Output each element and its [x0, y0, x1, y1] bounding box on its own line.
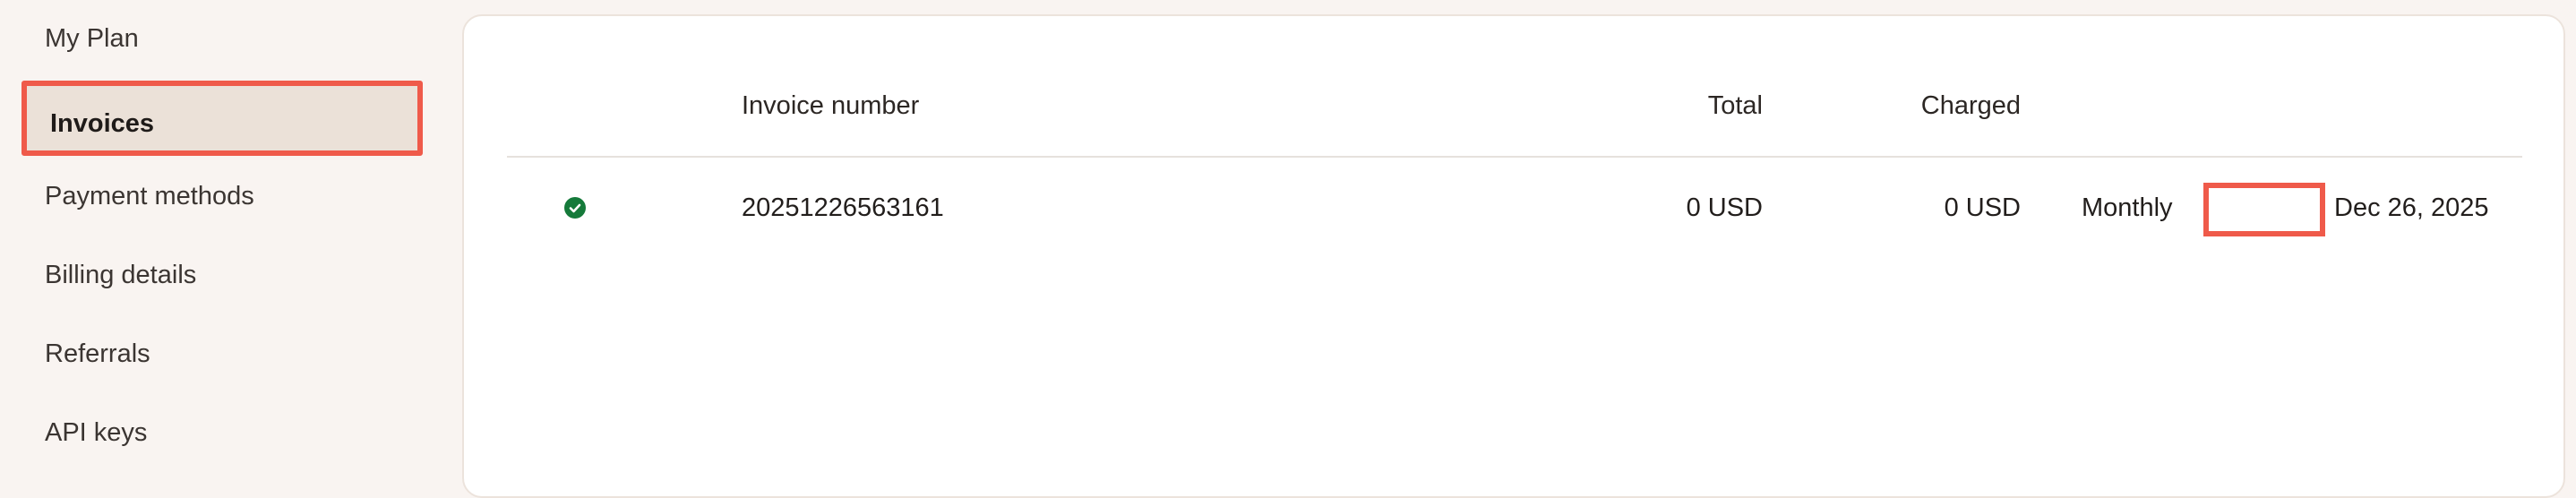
charged-cell: 0 USD: [1944, 193, 2021, 222]
sidebar-nav: My Plan Invoices Payment methods Billing…: [0, 0, 448, 477]
created-cell: Dec 26, 2025: [2334, 193, 2489, 222]
sidebar-item-my-plan[interactable]: My Plan: [45, 7, 139, 70]
sidebar-item-payment-methods[interactable]: Payment methods: [45, 165, 254, 228]
sidebar-item-referrals[interactable]: Referrals: [45, 322, 150, 385]
period-cell: Monthly: [2082, 193, 2173, 222]
total-cell: 0 USD: [1686, 193, 1763, 222]
table-row: 20251226563161 0 USD 0 USD Monthly Dec 2…: [507, 156, 2522, 260]
sidebar-item-api-keys[interactable]: API keys: [45, 401, 147, 464]
invoice-number-cell: 20251226563161: [742, 193, 944, 222]
invoice-actions: [2203, 183, 2325, 236]
sidebar-item-invoices[interactable]: Invoices: [21, 81, 423, 156]
sidebar-item-billing-details[interactable]: Billing details: [45, 244, 196, 306]
invoices-panel: Invoice number Total Charged 20251226563…: [462, 14, 2565, 498]
header-charged: Charged: [1920, 91, 2021, 120]
header-total: Total: [1707, 91, 1763, 120]
check-circle-icon: [564, 197, 586, 219]
header-invoice-number: Invoice number: [742, 91, 920, 120]
